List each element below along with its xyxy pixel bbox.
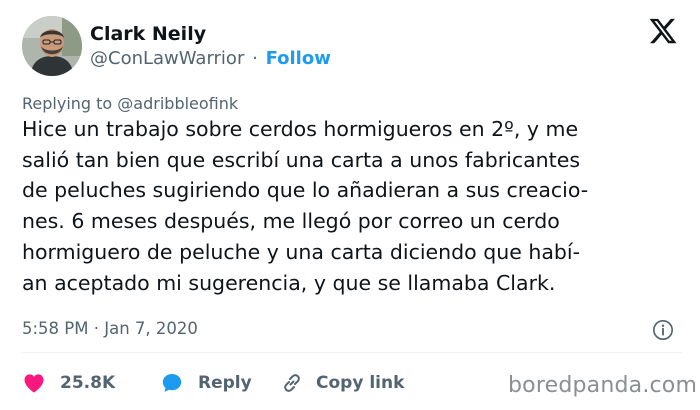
speech-bubble-icon	[162, 374, 182, 392]
copy-link-button[interactable]: Copy link	[280, 371, 404, 395]
author-handle-row: @ConLawWarrior · Follow	[90, 47, 331, 71]
x-logo-icon[interactable]	[648, 16, 678, 46]
handle-separator: ·	[252, 48, 258, 69]
likes-count: 25.8K	[60, 373, 116, 393]
replying-prefix: Replying to	[22, 94, 118, 113]
watermark: boredpanda.com	[508, 373, 698, 398]
tweet-text: Hice un trabajo sobre cerdos hormigueros…	[22, 114, 682, 298]
tweet-line: salió tan bien que escribí una carta a u…	[22, 147, 580, 172]
tweet-line: nes. 6 meses después, me llegó por corre…	[22, 209, 560, 234]
copy-link-label: Copy link	[316, 373, 405, 393]
tweet-line: hormiguero de peluche y una carta dicien…	[22, 239, 581, 264]
author-handle[interactable]: @ConLawWarrior	[90, 48, 244, 69]
reply-label: Reply	[198, 373, 252, 393]
divider	[22, 352, 682, 353]
tweet-line: de peluches sugiriendo que lo añadieran …	[22, 178, 589, 203]
avatar[interactable]	[22, 16, 82, 76]
info-icon[interactable]	[652, 319, 674, 341]
timestamp-separator: ·	[93, 319, 99, 338]
follow-button[interactable]: Follow	[266, 48, 331, 69]
tweet-card: Clark Neily @ConLawWarrior · Follow Repl…	[0, 0, 700, 410]
tweet-timestamp[interactable]: 5:58 PM · Jan 7, 2020	[22, 318, 198, 340]
author-name[interactable]: Clark Neily	[90, 22, 206, 46]
replying-mention[interactable]: @adribbleofink	[117, 94, 238, 113]
tweet-time: 5:58 PM	[22, 319, 89, 338]
tweet-line: an aceptado mi sugerencia, y que se llam…	[22, 270, 556, 295]
reply-button[interactable]: Reply	[160, 371, 280, 395]
link-icon	[284, 374, 300, 392]
replying-to: Replying to @adribbleofink	[22, 94, 238, 114]
action-bar: 25.8K Reply Copy link	[22, 368, 404, 398]
tweet-line: Hice un trabajo sobre cerdos hormigueros…	[22, 117, 579, 141]
like-button[interactable]: 25.8K	[22, 371, 160, 395]
heart-icon	[24, 374, 44, 393]
tweet-date: Jan 7, 2020	[104, 319, 198, 338]
